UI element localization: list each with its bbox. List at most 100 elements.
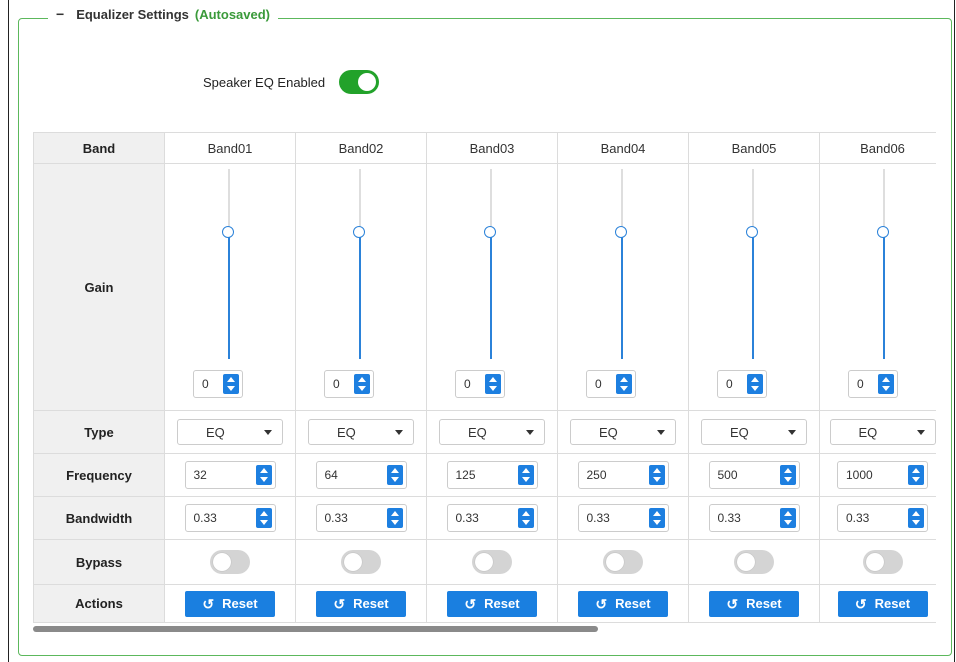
spinner-arrows-icon[interactable] <box>908 465 924 485</box>
reset-icon: ↺ <box>595 595 608 612</box>
type-select[interactable]: EQ <box>177 419 283 445</box>
bypass-cell <box>819 539 936 585</box>
gain-slider-thumb[interactable] <box>222 225 234 238</box>
type-select[interactable]: EQ <box>439 419 545 445</box>
gain-input[interactable]: 0 <box>848 370 898 398</box>
bypass-cell <box>295 539 427 585</box>
collapse-icon[interactable]: − <box>56 6 64 22</box>
gain-input[interactable]: 0 <box>455 370 505 398</box>
gain-slider-thumb[interactable] <box>484 225 496 238</box>
gain-input[interactable]: 0 <box>324 370 374 398</box>
bypass-toggle[interactable] <box>210 550 250 574</box>
bandwidth-cell: 0.33 <box>164 496 296 540</box>
gain-slider-thumb[interactable] <box>615 225 627 238</box>
gain-input-value: 0 <box>857 377 864 391</box>
band-header-cell: Band06 <box>819 132 936 164</box>
reset-button[interactable]: ↺ Reset <box>709 590 799 617</box>
spinner-arrows-icon[interactable] <box>255 508 272 528</box>
reset-button[interactable]: ↺ Reset <box>185 590 275 617</box>
bypass-toggle[interactable] <box>472 550 512 574</box>
frequency-input[interactable]: 250 <box>577 461 669 489</box>
gain-slider-container: 0 <box>558 164 688 410</box>
frequency-cell: 125 <box>426 453 558 497</box>
spinner-arrows-icon[interactable] <box>779 508 796 528</box>
equalizer-settings-header: − Equalizer Settings (Autosaved) <box>48 6 279 22</box>
spinner-arrows-icon[interactable] <box>517 508 534 528</box>
gain-slider-fill <box>228 231 230 359</box>
spinner-arrows-icon[interactable] <box>908 508 924 528</box>
bypass-toggle[interactable] <box>603 550 643 574</box>
spinner-arrows-icon[interactable] <box>779 465 796 485</box>
gain-input[interactable]: 0 <box>717 370 767 398</box>
gain-slider-thumb[interactable] <box>877 225 889 238</box>
type-select[interactable]: EQ <box>308 419 414 445</box>
type-select-value: EQ <box>730 424 749 440</box>
spinner-arrows-icon[interactable] <box>354 374 370 394</box>
type-select[interactable]: EQ <box>829 419 936 445</box>
gain-input[interactable]: 0 <box>586 370 636 398</box>
bandwidth-input[interactable]: 0.33 <box>315 504 407 532</box>
bandwidth-cell: 0.33 <box>557 496 689 540</box>
spinner-arrows-icon[interactable] <box>223 374 239 394</box>
reset-button[interactable]: ↺ Reset <box>578 590 668 617</box>
band-name-label: Band05 <box>731 140 777 156</box>
type-cell: EQ <box>164 410 296 454</box>
spinner-arrows-icon[interactable] <box>485 374 501 394</box>
frequency-input[interactable]: 64 <box>315 461 407 489</box>
row-header-actions: Actions <box>33 584 165 623</box>
actions-cell: ↺ Reset <box>164 584 296 623</box>
gain-slider-container: 0 <box>165 164 295 410</box>
bandwidth-input[interactable]: 0.33 <box>184 504 276 532</box>
band-header-cell: Band04 <box>557 132 689 164</box>
type-select[interactable]: EQ <box>570 419 676 445</box>
caret-down-icon <box>395 429 403 435</box>
row-header-bypass: Bypass <box>33 539 165 585</box>
speaker-eq-enabled-toggle[interactable] <box>339 70 380 94</box>
bandwidth-input[interactable]: 0.33 <box>837 504 928 532</box>
bandwidth-input[interactable]: 0.33 <box>446 504 538 532</box>
toggle-knob <box>344 553 362 571</box>
spinner-arrows-icon[interactable] <box>878 374 894 394</box>
speaker-eq-enabled-row: Speaker EQ Enabled <box>203 70 380 94</box>
gain-slider-thumb[interactable] <box>353 225 365 238</box>
spinner-arrows-icon[interactable] <box>648 465 665 485</box>
reset-button-label: Reset <box>222 596 258 611</box>
reset-icon: ↺ <box>333 595 346 612</box>
bypass-toggle[interactable] <box>341 550 381 574</box>
spinner-arrows-icon[interactable] <box>747 374 763 394</box>
spinner-arrows-icon[interactable] <box>255 465 272 485</box>
type-cell: EQ <box>557 410 689 454</box>
band-name-label: Band06 <box>860 140 905 156</box>
bandwidth-input[interactable]: 0.33 <box>577 504 669 532</box>
frequency-input[interactable]: 32 <box>184 461 276 489</box>
reset-button[interactable]: ↺ Reset <box>316 590 406 617</box>
reset-button[interactable]: ↺ Reset <box>837 590 928 617</box>
horizontal-scrollbar[interactable] <box>33 626 598 632</box>
row-header-type: Type <box>33 410 165 454</box>
spinner-arrows-icon[interactable] <box>616 374 632 394</box>
gain-slider-thumb[interactable] <box>746 225 758 238</box>
bypass-toggle[interactable] <box>862 550 903 574</box>
spinner-arrows-icon[interactable] <box>386 465 403 485</box>
gain-input[interactable]: 0 <box>193 370 243 398</box>
spinner-arrows-icon[interactable] <box>648 508 665 528</box>
frequency-input-value: 250 <box>586 468 607 482</box>
frequency-input[interactable]: 125 <box>446 461 538 489</box>
bandwidth-input[interactable]: 0.33 <box>708 504 800 532</box>
reset-button-label: Reset <box>353 596 389 611</box>
gain-cell: 0 <box>426 163 558 411</box>
frequency-input[interactable]: 500 <box>708 461 800 489</box>
spinner-arrows-icon[interactable] <box>517 465 534 485</box>
gain-slider-fill <box>621 231 623 359</box>
type-cell: EQ <box>819 410 936 454</box>
bypass-toggle[interactable] <box>734 550 774 574</box>
window-border-right <box>954 0 955 662</box>
type-select[interactable]: EQ <box>701 419 807 445</box>
band-header-cell: Band03 <box>426 132 558 164</box>
reset-button[interactable]: ↺ Reset <box>447 590 537 617</box>
gain-cell: 0 <box>164 163 296 411</box>
spinner-arrows-icon[interactable] <box>386 508 403 528</box>
frequency-input[interactable]: 1000 <box>837 461 928 489</box>
row-header-frequency: Frequency <box>33 453 165 497</box>
reset-icon: ↺ <box>726 595 739 612</box>
